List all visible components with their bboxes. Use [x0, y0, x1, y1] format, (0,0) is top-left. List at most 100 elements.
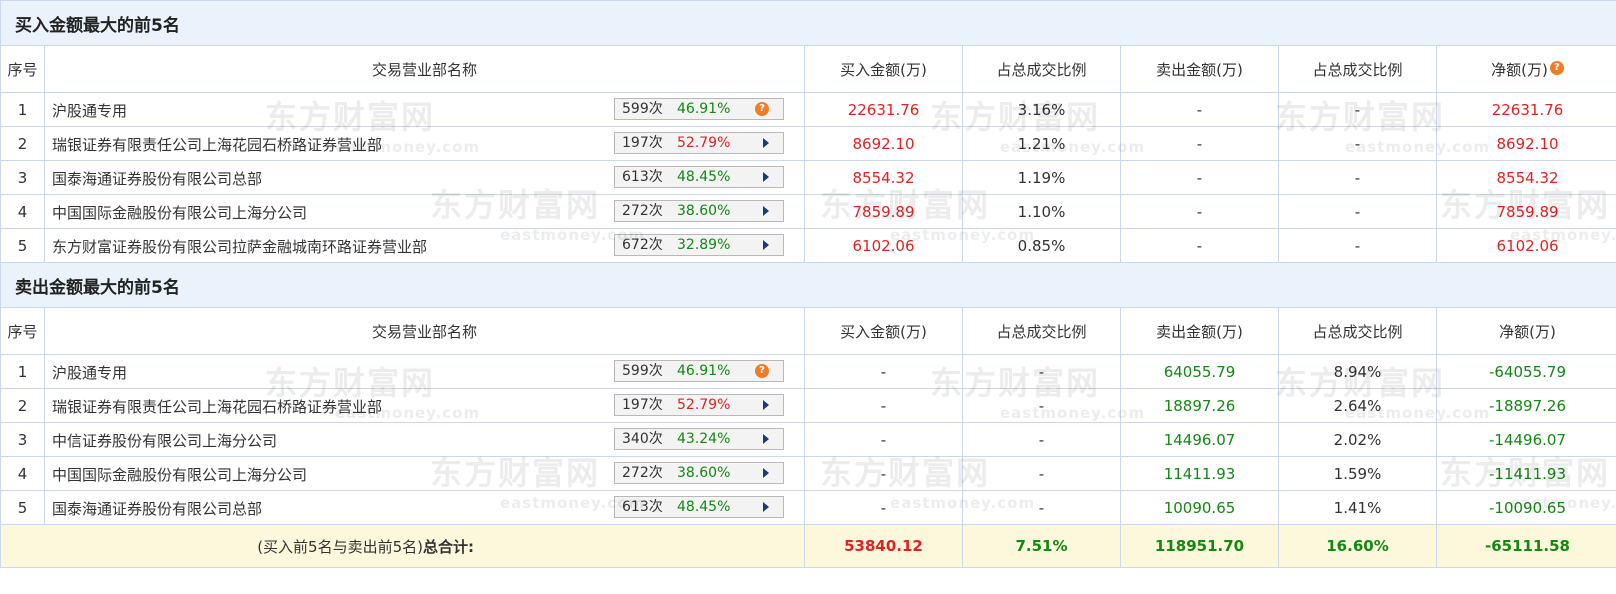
branch-stats-badge[interactable]: 197次 52.79%	[614, 132, 784, 154]
buy-header-row: 序号 交易营业部名称 买入金额(万) 占总成交比例 卖出金额(万) 占总成交比例…	[0, 45, 1616, 93]
row-sell-amount: 18897.26	[1120, 388, 1279, 423]
total-label-bold: 总合计:	[423, 537, 474, 556]
branch-name-link[interactable]: 东方财富证券股份有限公司拉萨金融城南环路证券营业部	[52, 236, 427, 257]
branch-stats-badge[interactable]: 272次 38.60%	[614, 200, 784, 222]
branch-name-link[interactable]: 中国国际金融股份有限公司上海分公司	[52, 202, 307, 223]
question-circle-icon[interactable]: ?	[755, 102, 769, 116]
row-net-amount: -18897.26	[1435, 388, 1616, 423]
row-sell-ratio: -	[1278, 160, 1437, 195]
branch-stats-badge[interactable]: 599次 46.91%?	[614, 360, 784, 382]
header-seq: 序号	[0, 307, 45, 355]
listing-count: 272次	[622, 465, 663, 481]
total-label-pre: (买入前5名与卖出前5名)	[257, 537, 423, 556]
row-seq: 4	[0, 194, 45, 229]
header-sell-ratio: 占总成交比例	[1278, 307, 1437, 355]
header-buy-amount: 买入金额(万)	[804, 45, 963, 93]
branch-stats-badge[interactable]: 340次 43.24%	[614, 428, 784, 450]
branch-stats-badge[interactable]: 272次 38.60%	[614, 462, 784, 484]
row-net-amount: -14496.07	[1435, 422, 1616, 457]
branch-name-link[interactable]: 瑞银证券有限责任公司上海花园石桥路证券营业部	[52, 134, 382, 155]
row-buy-ratio: 1.19%	[962, 160, 1121, 195]
row-buy-ratio: 1.21%	[962, 126, 1121, 161]
buy-section-title-row: 买入金额最大的前5名	[0, 0, 1616, 46]
row-seq: 1	[0, 354, 45, 389]
play-arrow-icon[interactable]	[763, 206, 769, 216]
row-sell-amount: -	[1120, 126, 1279, 161]
lhb-detail-panel: 买入金额最大的前5名 序号 交易营业部名称 买入金额(万) 占总成交比例 卖出金…	[0, 0, 1616, 594]
play-arrow-icon[interactable]	[763, 138, 769, 148]
header-net-amount-label: 净额(万)	[1491, 60, 1548, 79]
branch-stats-badge[interactable]: 599次 46.91%?	[614, 98, 784, 120]
row-sell-ratio: -	[1278, 126, 1437, 161]
table-row: 4 中国国际金融股份有限公司上海分公司 272次 38.60% - -11411.93 1.…	[0, 456, 1616, 491]
branch-stats-badge[interactable]: 613次 48.45%	[614, 166, 784, 188]
row-branch-cell: 瑞银证券有限责任公司上海花园石桥路证券营业部 197次 52.79%	[44, 126, 805, 161]
branch-name-link[interactable]: 沪股通专用	[52, 100, 127, 121]
row-sell-amount: -	[1120, 194, 1279, 229]
play-arrow-icon[interactable]	[763, 172, 769, 182]
row-buy-ratio: -	[962, 490, 1121, 525]
row-seq: 5	[0, 490, 45, 525]
row-branch-cell: 中国国际金融股份有限公司上海分公司 272次 38.60%	[44, 194, 805, 229]
row-sell-ratio: 1.41%	[1278, 490, 1437, 525]
listing-count: 197次	[622, 397, 663, 413]
row-sell-amount: -	[1120, 228, 1279, 263]
table-row: 5 国泰海通证券股份有限公司总部 613次 48.45% - -10090.65 1.41%…	[0, 490, 1616, 525]
branch-stats-badge[interactable]: 197次 52.79%	[614, 394, 784, 416]
question-circle-icon[interactable]: ?	[755, 364, 769, 378]
win-rate: 52.79%	[677, 397, 731, 413]
row-net-amount: 7859.89	[1435, 194, 1616, 229]
play-arrow-icon[interactable]	[763, 400, 769, 410]
row-branch-cell: 中信证券股份有限公司上海分公司 340次 43.24%	[44, 422, 805, 457]
win-rate: 46.91%	[677, 363, 731, 379]
table-row: 2 瑞银证券有限责任公司上海花园石桥路证券营业部 197次 52.79% 8692.10…	[0, 126, 1616, 161]
play-arrow-icon[interactable]	[763, 240, 769, 250]
row-branch-cell: 沪股通专用 599次 46.91%?	[44, 354, 805, 389]
row-buy-amount: -	[804, 456, 963, 491]
row-buy-ratio: 1.10%	[962, 194, 1121, 229]
total-buy-ratio: 7.51%	[962, 524, 1121, 568]
row-net-amount: -11411.93	[1435, 456, 1616, 491]
question-circle-icon[interactable]: ?	[1549, 60, 1564, 75]
row-seq: 3	[0, 422, 45, 457]
win-rate: 32.89%	[677, 237, 731, 253]
play-arrow-icon[interactable]	[763, 468, 769, 478]
row-buy-amount: -	[804, 388, 963, 423]
header-sell-amount: 卖出金额(万)	[1120, 307, 1279, 355]
branch-stats-badge[interactable]: 672次 32.89%	[614, 234, 784, 256]
header-branch-name: 交易营业部名称	[44, 45, 805, 93]
row-buy-amount: -	[804, 422, 963, 457]
header-branch-name: 交易营业部名称	[44, 307, 805, 355]
row-sell-ratio: 2.64%	[1278, 388, 1437, 423]
total-buy-amount: 53840.12	[804, 524, 963, 568]
play-arrow-icon[interactable]	[763, 434, 769, 444]
buy-section-title: 买入金额最大的前5名	[0, 0, 1616, 46]
sell-header-row: 序号 交易营业部名称 买入金额(万) 占总成交比例 卖出金额(万) 占总成交比例…	[0, 307, 1616, 355]
header-buy-ratio: 占总成交比例	[962, 307, 1121, 355]
branch-name-link[interactable]: 瑞银证券有限责任公司上海花园石桥路证券营业部	[52, 396, 382, 417]
row-buy-amount: 8554.32	[804, 160, 963, 195]
win-rate: 48.45%	[677, 499, 731, 515]
header-buy-amount: 买入金额(万)	[804, 307, 963, 355]
row-buy-ratio: 3.16%	[962, 92, 1121, 127]
play-arrow-icon[interactable]	[763, 502, 769, 512]
row-net-amount: 22631.76	[1435, 92, 1616, 127]
row-buy-amount: 6102.06	[804, 228, 963, 263]
branch-name-link[interactable]: 国泰海通证券股份有限公司总部	[52, 168, 262, 189]
branch-name-link[interactable]: 中国国际金融股份有限公司上海分公司	[52, 464, 307, 485]
branch-name-link[interactable]: 沪股通专用	[52, 362, 127, 383]
win-rate: 38.60%	[677, 203, 731, 219]
row-sell-ratio: 8.94%	[1278, 354, 1437, 389]
branch-name-link[interactable]: 中信证券股份有限公司上海分公司	[52, 430, 277, 451]
win-rate: 48.45%	[677, 169, 731, 185]
listing-count: 599次	[622, 363, 663, 379]
branch-name-link[interactable]: 国泰海通证券股份有限公司总部	[52, 498, 262, 519]
branch-stats-badge[interactable]: 613次 48.45%	[614, 496, 784, 518]
row-sell-ratio: 1.59%	[1278, 456, 1437, 491]
row-seq: 1	[0, 92, 45, 127]
listing-count: 672次	[622, 237, 663, 253]
row-branch-cell: 国泰海通证券股份有限公司总部 613次 48.45%	[44, 490, 805, 525]
row-net-amount: -64055.79	[1435, 354, 1616, 389]
row-seq: 4	[0, 456, 45, 491]
table-row: 2 瑞银证券有限责任公司上海花园石桥路证券营业部 197次 52.79% - -18897…	[0, 388, 1616, 423]
